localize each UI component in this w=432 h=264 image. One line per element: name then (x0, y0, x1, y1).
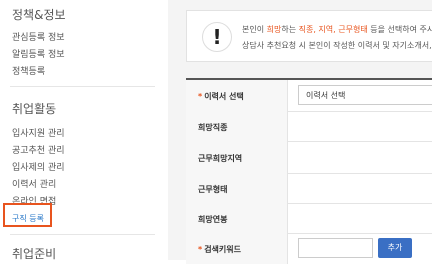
section-title-jobactivity: 취업활동 (12, 102, 57, 116)
region-label: 근무희망지역 (198, 154, 243, 163)
label-cell: 근무형태 (186, 173, 288, 203)
salary-label: 희망연봉 (198, 215, 228, 224)
add-keyword-button[interactable]: 추가 (378, 238, 412, 258)
label-cell: 근무희망지역 (186, 141, 288, 173)
resume-label: 이력서 선택 (204, 92, 244, 101)
required-mark: * (198, 245, 203, 254)
sidebar-divider (10, 86, 155, 87)
required-mark: * (198, 92, 203, 101)
label-cell: * 검색키워드 (186, 233, 288, 264)
section-title-policy: 정책&정보 (12, 8, 66, 22)
row-job: 희망직종 (186, 111, 432, 142)
label-cell: 희망직종 (186, 111, 288, 141)
resume-select[interactable]: 이력서 선택 (298, 85, 432, 105)
sidebar-item-applications[interactable]: 입사지원 관리 (12, 126, 65, 139)
label-cell: * 이력서 선택 (186, 80, 288, 111)
row-keyword: * 검색키워드 추가 (186, 233, 432, 264)
row-resume: * 이력서 선택 이력서 선택 (186, 80, 432, 112)
sidebar-item-recommendations[interactable]: 공고추천 관리 (12, 143, 65, 156)
notice-line-1: 본인이 희망하는 직종, 지역, 근무형태 등을 선택하여 주시기 (242, 25, 432, 34)
row-worktype: 근무형태 (186, 173, 432, 204)
sidebar-item-policy[interactable]: 정책등록 (12, 64, 45, 77)
row-salary: 희망연봉 (186, 203, 432, 234)
sidebar-item-job-registration[interactable]: 구직 등록 (12, 213, 44, 224)
label-cell: 희망연봉 (186, 203, 288, 233)
sidebar: 정책&정보 관심등록 정보 알림등록 정보 정책등록 취업활동 입사지원 관리 … (0, 0, 160, 261)
keyword-label: 검색키워드 (204, 245, 241, 254)
sidebar-item-alert[interactable]: 알림등록 정보 (12, 47, 65, 60)
section-title-jobprep: 취업준비 (12, 247, 57, 261)
sidebar-item-interest[interactable]: 관심등록 정보 (12, 30, 65, 43)
row-region: 근무희망지역 (186, 141, 432, 174)
exclamation-icon: ! (202, 22, 232, 52)
worktype-label: 근무형태 (198, 185, 228, 194)
job-label: 희망직종 (198, 123, 228, 132)
sidebar-divider (10, 234, 155, 235)
sidebar-item-resumes[interactable]: 이력서 관리 (12, 177, 56, 190)
keyword-input[interactable] (298, 238, 373, 258)
job-registration-form: * 이력서 선택 이력서 선택 희망직종 근무희망지역 근무형태 희망연봉 * 검색… (186, 78, 432, 264)
sidebar-item-offers[interactable]: 입사제의 관리 (12, 160, 65, 173)
notice-line-2: 상담사 추천요청 시 본인이 작성한 이력서 및 자기소개서, 취 (242, 41, 432, 50)
